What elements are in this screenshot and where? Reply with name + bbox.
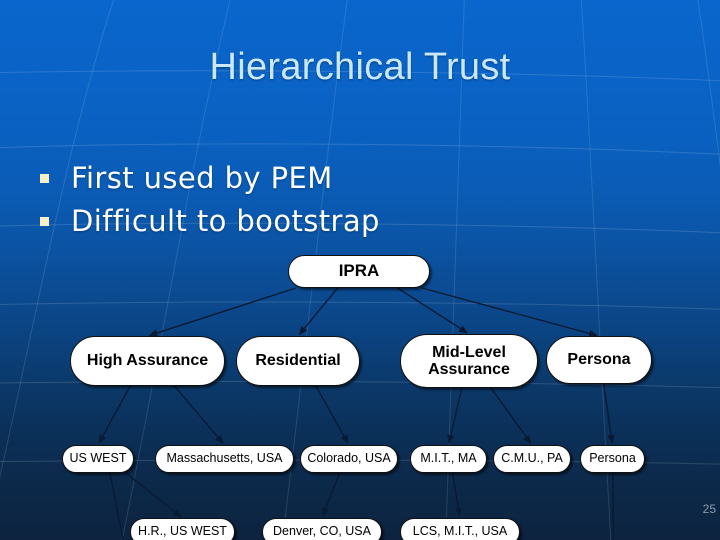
list-item: Difficult to bootstrap	[40, 199, 600, 242]
diagram-node-residential: Residential	[236, 336, 360, 386]
arrowhead-colorado-to-denver	[322, 507, 329, 518]
arrowhead-mid-level-to-mit-ma	[447, 434, 455, 445]
hierarchy-diagram: IPRA High Assurance Residential Mid-Level A…	[0, 240, 720, 540]
diagram-node-persona-org: Persona	[580, 445, 645, 473]
list-item: First used by PEM	[40, 156, 600, 199]
edge-high-assurance-to-us-west	[102, 385, 131, 437]
page-number: 25	[702, 502, 716, 516]
edge-persona-org-to-clinton	[612, 472, 614, 540]
edge-residential-to-colorado	[315, 385, 345, 437]
bullet-list: First used by PEM Difficult to bootstrap	[40, 156, 600, 242]
bullet-text: Difficult to bootstrap	[71, 203, 380, 238]
diagram-node-persona-ca: Persona	[546, 336, 652, 384]
arrowhead-persona-ca-to-persona-org	[607, 434, 615, 445]
arrowhead-mit-ma-to-lcs-mit	[454, 507, 462, 518]
edge-persona-ca-to-persona-org	[603, 383, 612, 436]
edge-high-assurance-to-massachusetts	[173, 385, 219, 438]
edge-us-west-to-hr-us-west	[125, 472, 176, 513]
diagram-node-lcs-mit: LCS, M.I.T., USA	[400, 518, 520, 540]
arrowhead-residential-to-colorado	[340, 434, 349, 445]
arrowhead-high-assurance-to-us-west	[98, 434, 106, 445]
arrowhead-mid-level-to-cmu-pa	[523, 434, 532, 445]
diagram-node-mid-level: Mid-Level Assurance	[400, 334, 538, 388]
edge-ipra-to-residential	[303, 287, 339, 329]
bullet-text: First used by PEM	[71, 160, 333, 195]
diagram-node-colorado: Colorado, USA	[300, 445, 398, 473]
diagram-node-high-assurance: High Assurance	[70, 336, 225, 386]
diagram-node-us-west: US WEST	[62, 445, 134, 473]
square-bullet-icon	[40, 174, 49, 183]
edge-mid-level-to-cmu-pa	[490, 387, 527, 438]
diagram-node-hr-us-west: H.R., US WEST	[130, 518, 235, 540]
diagram-node-mit-ma: M.I.T., MA	[410, 445, 487, 473]
edge-colorado-to-denver	[324, 472, 341, 509]
diagram-node-denver: Denver, CO, USA	[262, 518, 382, 540]
edge-us-west-to-president	[109, 472, 124, 540]
slide-title: Hierarchical Trust	[209, 46, 511, 88]
diagram-node-massachusetts: Massachusetts, USA	[155, 445, 294, 473]
square-bullet-icon	[40, 217, 49, 226]
slide-canvas: Hierarchical Trust First used by PEM Dif…	[0, 0, 720, 540]
diagram-node-cmu-pa: C.M.U., PA	[493, 445, 571, 473]
edge-mid-level-to-mit-ma	[450, 387, 463, 436]
edge-mit-ma-to-lcs-mit	[451, 472, 460, 509]
edge-ipra-to-mid-level	[397, 287, 461, 330]
edge-ipra-to-high-assurance	[156, 287, 297, 334]
diagram-node-ipra: IPRA	[288, 255, 430, 288]
arrowhead-ipra-to-mid-level	[458, 325, 469, 334]
edge-ipra-to-persona-ca	[421, 287, 590, 335]
